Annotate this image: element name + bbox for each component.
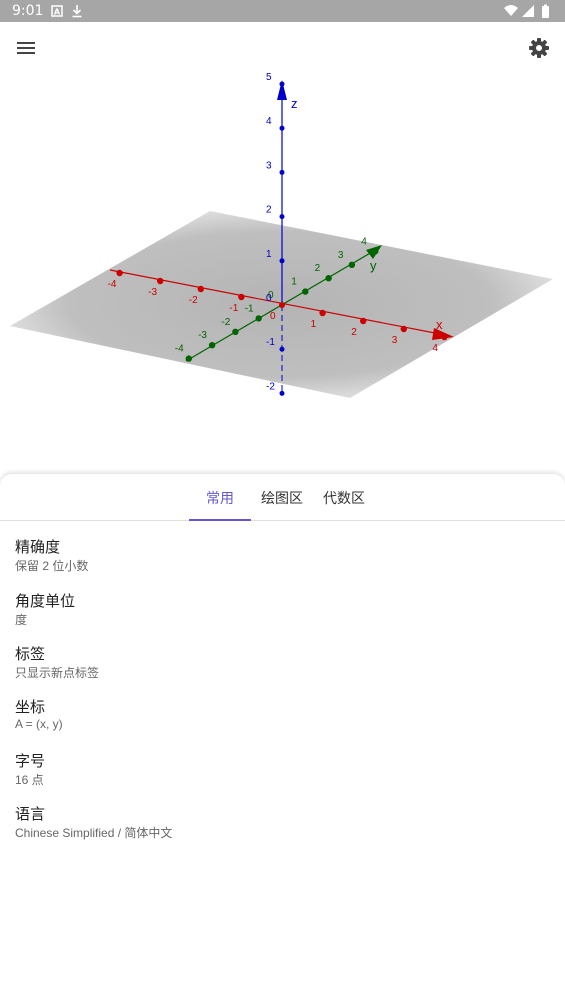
z-axis-tick-2 xyxy=(279,214,285,220)
y-axis-tick-1 xyxy=(302,288,309,295)
setting-labeling[interactable]: 标签 只显示新点标签 xyxy=(0,641,565,693)
svg-text:A: A xyxy=(54,8,61,17)
y-axis-tick-label: -1 xyxy=(245,303,254,314)
y-axis-tick--1 xyxy=(255,315,262,322)
setting-value: Chinese Simplified / 简体中文 xyxy=(15,826,173,840)
tab-algebra[interactable]: 代数区 xyxy=(314,474,374,520)
x-axis-tick-label: -4 xyxy=(108,279,117,290)
z-axis-tick-4 xyxy=(279,125,285,131)
y-axis-tick--3 xyxy=(208,342,216,349)
y-axis-tick-label: -2 xyxy=(221,317,230,328)
x-axis-tick-label: -1 xyxy=(229,303,238,314)
y-axis-tick-3 xyxy=(348,261,356,268)
x-axis-label: x xyxy=(436,317,443,332)
x-axis-tick-label: 1 xyxy=(311,319,317,330)
z-axis-tick-label: 5 xyxy=(266,72,272,83)
a-notification-icon: A xyxy=(51,5,63,17)
setting-font-size[interactable]: 字号 16 点 xyxy=(0,748,565,800)
battery-icon xyxy=(542,4,549,18)
tab-general[interactable]: 常用 xyxy=(189,474,251,521)
x-axis-tick--4 xyxy=(116,269,123,277)
z-axis-tick-5 xyxy=(279,81,285,87)
status-left-icons: A xyxy=(51,5,82,18)
setting-title: 坐标 xyxy=(15,699,46,716)
z-axis-tick-label: 0 xyxy=(266,293,272,304)
settings-panel: 常用 绘图区 代数区 精确度 保留 2 位小数 角度单位 度 标签 只显示新点标… xyxy=(0,474,565,1004)
setting-value: 16 点 xyxy=(15,773,44,787)
wifi-icon xyxy=(504,5,518,16)
settings-tab-row: 常用 绘图区 代数区 xyxy=(0,474,565,521)
y-axis-tick-4 xyxy=(372,248,379,255)
x-axis-tick-3 xyxy=(400,325,407,333)
gear-icon xyxy=(529,38,549,58)
setting-title: 角度单位 xyxy=(15,593,76,610)
setting-title: 精确度 xyxy=(15,539,61,556)
z-axis-tick-3 xyxy=(279,169,285,175)
active-tab-indicator xyxy=(189,519,251,521)
tab-graphics-label: 绘图区 xyxy=(261,490,303,506)
setting-value: 只显示新点标签 xyxy=(15,666,100,680)
x-axis-tick-label: 0 xyxy=(270,311,276,322)
z-axis-tick-label: 2 xyxy=(266,205,272,216)
x-axis-tick-label: 4 xyxy=(432,343,438,354)
x-axis-tick--3 xyxy=(157,277,164,285)
y-axis-tick--4 xyxy=(185,355,192,362)
y-axis-tick-label: 1 xyxy=(291,277,297,288)
x-axis-tick-label: -2 xyxy=(189,295,198,306)
setting-title: 标签 xyxy=(15,646,46,663)
download-icon xyxy=(72,5,82,18)
setting-value: A = (x, y) xyxy=(15,717,63,731)
y-axis-tick-label: 2 xyxy=(315,263,321,274)
x-axis-tick-label: -3 xyxy=(148,287,157,298)
z-axis-label: z xyxy=(291,96,298,111)
y-axis-tick-label: 4 xyxy=(361,236,367,247)
status-time: 9:01 xyxy=(12,3,44,19)
y-axis-label: y xyxy=(370,258,377,273)
origin-point xyxy=(279,302,285,308)
x-axis-tick-1 xyxy=(319,309,326,317)
x-axis-tick-2 xyxy=(360,317,367,325)
status-right-icons xyxy=(504,4,549,18)
setting-title: 语言 xyxy=(15,806,46,823)
y-axis-tick-label: -3 xyxy=(198,330,207,341)
z-axis-tick--2 xyxy=(279,390,285,396)
y-axis-tick-label: -4 xyxy=(175,344,184,355)
z-axis-tick-label: -1 xyxy=(266,337,275,348)
y-axis-tick--2 xyxy=(232,328,239,335)
setting-angle-unit[interactable]: 角度单位 度 xyxy=(0,588,565,640)
y-axis-tick-2 xyxy=(325,275,332,282)
z-axis-tick-label: 1 xyxy=(266,249,272,260)
graphics-3d-view[interactable]: z x y -4-3-2-101234-4-3-2-101234-2-10123… xyxy=(0,60,565,470)
tab-graphics[interactable]: 绘图区 xyxy=(252,474,312,520)
z-axis-tick--1 xyxy=(279,346,285,352)
z-axis-tick-1 xyxy=(279,258,285,264)
x-axis-tick--2 xyxy=(197,285,204,293)
status-bar: 9:01 A xyxy=(0,0,565,22)
setting-title: 字号 xyxy=(15,753,46,770)
setting-coordinates[interactable]: 坐标 A = (x, y) xyxy=(0,694,565,746)
x-axis-tick--1 xyxy=(238,293,245,301)
z-axis-tick-label: -2 xyxy=(266,381,275,392)
cell-signal-icon xyxy=(522,5,534,17)
x-axis-tick-4 xyxy=(441,333,448,341)
z-axis-tick-label: 3 xyxy=(266,160,272,171)
y-axis-tick-label: 3 xyxy=(338,250,344,261)
setting-language[interactable]: 语言 Chinese Simplified / 简体中文 xyxy=(0,801,565,853)
setting-rounding[interactable]: 精确度 保留 2 位小数 xyxy=(0,534,565,586)
x-axis-tick-label: 2 xyxy=(351,327,357,338)
menu-icon xyxy=(17,42,35,54)
setting-value: 度 xyxy=(15,613,28,627)
x-axis-tick-label: 3 xyxy=(392,335,398,346)
setting-value: 保留 2 位小数 xyxy=(15,559,89,573)
z-axis-tick-label: 4 xyxy=(266,116,272,127)
tab-algebra-label: 代数区 xyxy=(323,490,365,506)
tab-general-label: 常用 xyxy=(206,490,234,506)
